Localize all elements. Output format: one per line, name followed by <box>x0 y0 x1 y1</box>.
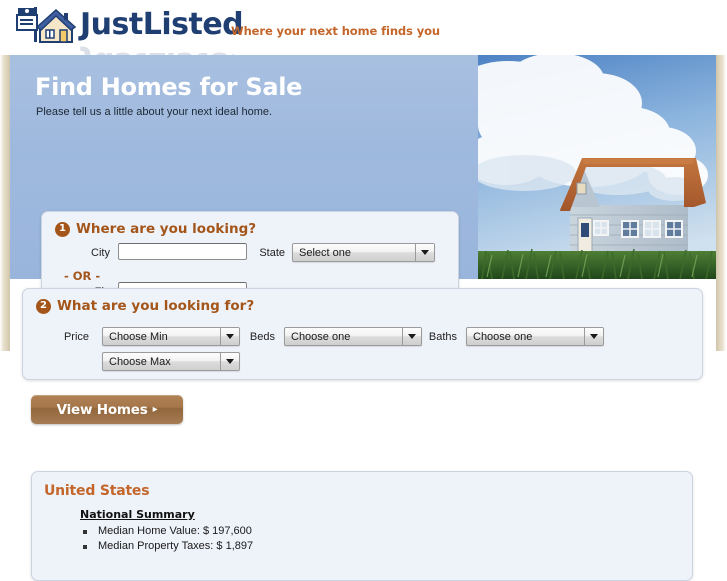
step2-heading: 2 What are you looking for? <box>36 298 254 314</box>
house-photo <box>478 55 716 279</box>
baths-select[interactable]: Choose one <box>466 327 604 346</box>
left-edge-strip <box>0 55 10 351</box>
for-sale-sign-house-icon <box>14 4 77 46</box>
state-label: State <box>259 247 285 259</box>
state-select[interactable]: Select one <box>292 243 435 262</box>
right-edge-strip <box>716 55 726 351</box>
view-homes-button[interactable]: View Homes ▸ <box>31 395 183 424</box>
region-title: United States <box>44 483 150 499</box>
logo-reflection: JustListed <box>14 44 234 55</box>
arrow-right-icon: ▸ <box>152 403 158 415</box>
beds-select[interactable]: Choose one <box>284 327 422 346</box>
chevron-down-icon <box>220 353 239 370</box>
step2-number-badge: 2 <box>36 298 51 314</box>
step1-heading: 1 Where are you looking? <box>55 221 256 237</box>
price-max-select[interactable]: Choose Max <box>102 352 240 371</box>
city-label: City <box>91 247 110 259</box>
beds-value: Choose one <box>291 330 351 343</box>
beds-label: Beds <box>249 331 275 343</box>
view-homes-label: View Homes <box>56 401 148 418</box>
state-select-value: Select one <box>299 246 351 259</box>
hero-band: Find Homes for Sale Please tell us a lit… <box>10 55 716 318</box>
national-summary-title: National Summary <box>80 508 195 521</box>
national-summary-list: Median Home Value: $ 197,600 Median Prop… <box>80 524 253 554</box>
page-root: JustListed JustListed Where your next ho… <box>0 0 727 581</box>
list-item: Median Home Value: $ 197,600 <box>80 524 253 539</box>
page-subtitle: Please tell us a little about your next … <box>36 106 273 118</box>
site-logo[interactable]: JustListed <box>14 4 244 46</box>
price-max-value: Choose Max <box>109 355 171 368</box>
logo-reflection-text: JustListed <box>82 45 234 55</box>
page-title: Find Homes for Sale <box>35 73 303 101</box>
list-item: Median Property Taxes: $ 1,897 <box>80 539 253 554</box>
chevron-down-icon <box>584 328 603 345</box>
logo-wordmark: JustListed <box>80 7 244 42</box>
chevron-down-icon <box>415 244 434 261</box>
site-tagline: Where your next home finds you <box>231 24 440 38</box>
step1-heading-text: Where are you looking? <box>76 221 257 237</box>
national-summary-panel: United States National Summary Median Ho… <box>31 471 693 581</box>
step1-number-badge: 1 <box>55 221 70 237</box>
site-header: JustListed JustListed Where your next ho… <box>0 0 727 55</box>
or-separator-label: - OR - <box>64 269 101 283</box>
price-min-value: Choose Min <box>109 330 168 343</box>
step2-panel: 2 What are you looking for? Price Choose… <box>22 288 703 380</box>
step2-heading-text: What are you looking for? <box>57 298 255 314</box>
baths-value: Choose one <box>473 330 533 343</box>
price-min-select[interactable]: Choose Min <box>102 327 240 346</box>
price-label: Price <box>63 331 89 343</box>
city-input[interactable] <box>118 243 247 260</box>
baths-label: Baths <box>428 331 457 343</box>
